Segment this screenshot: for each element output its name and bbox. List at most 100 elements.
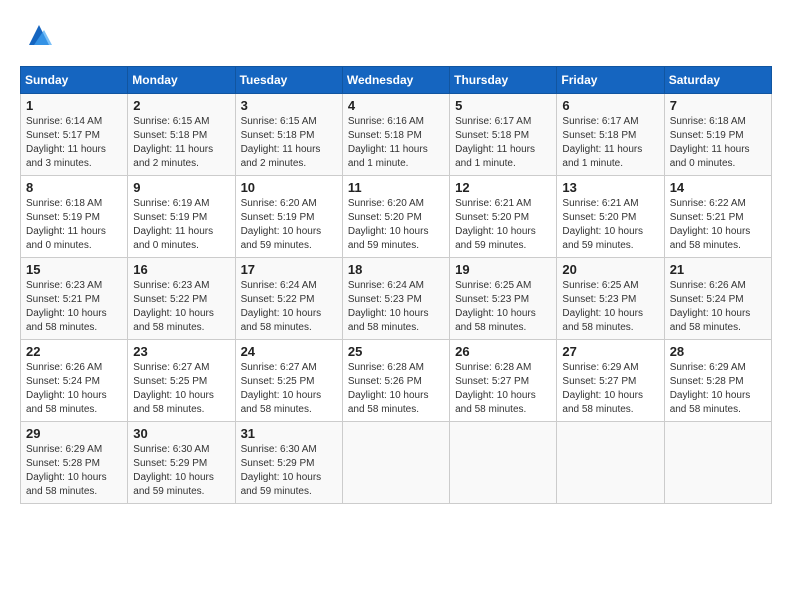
calendar-cell: 18 Sunrise: 6:24 AM Sunset: 5:23 PM Dayl… (342, 258, 449, 340)
col-header-thursday: Thursday (450, 67, 557, 94)
col-header-tuesday: Tuesday (235, 67, 342, 94)
calendar-cell: 27 Sunrise: 6:29 AM Sunset: 5:27 PM Dayl… (557, 340, 664, 422)
calendar-cell: 25 Sunrise: 6:28 AM Sunset: 5:26 PM Dayl… (342, 340, 449, 422)
calendar-cell: 14 Sunrise: 6:22 AM Sunset: 5:21 PM Dayl… (664, 176, 771, 258)
day-number: 26 (455, 344, 551, 359)
day-number: 28 (670, 344, 766, 359)
day-number: 4 (348, 98, 444, 113)
day-info: Sunrise: 6:24 AM Sunset: 5:22 PM Dayligh… (241, 279, 337, 335)
day-info: Sunrise: 6:19 AM Sunset: 5:19 PM Dayligh… (133, 197, 229, 253)
day-number: 15 (26, 262, 122, 277)
day-info: Sunrise: 6:15 AM Sunset: 5:18 PM Dayligh… (133, 115, 229, 171)
calendar-cell: 7 Sunrise: 6:18 AM Sunset: 5:19 PM Dayli… (664, 94, 771, 176)
day-number: 9 (133, 180, 229, 195)
calendar-cell: 31 Sunrise: 6:30 AM Sunset: 5:29 PM Dayl… (235, 422, 342, 504)
calendar-cell: 1 Sunrise: 6:14 AM Sunset: 5:17 PM Dayli… (21, 94, 128, 176)
day-number: 5 (455, 98, 551, 113)
day-info: Sunrise: 6:14 AM Sunset: 5:17 PM Dayligh… (26, 115, 122, 171)
day-info: Sunrise: 6:18 AM Sunset: 5:19 PM Dayligh… (26, 197, 122, 253)
day-info: Sunrise: 6:26 AM Sunset: 5:24 PM Dayligh… (670, 279, 766, 335)
calendar-cell: 12 Sunrise: 6:21 AM Sunset: 5:20 PM Dayl… (450, 176, 557, 258)
calendar-cell: 21 Sunrise: 6:26 AM Sunset: 5:24 PM Dayl… (664, 258, 771, 340)
week-row-3: 15 Sunrise: 6:23 AM Sunset: 5:21 PM Dayl… (21, 258, 772, 340)
day-info: Sunrise: 6:23 AM Sunset: 5:22 PM Dayligh… (133, 279, 229, 335)
page-header (20, 20, 772, 50)
day-number: 27 (562, 344, 658, 359)
day-info: Sunrise: 6:15 AM Sunset: 5:18 PM Dayligh… (241, 115, 337, 171)
calendar-cell: 10 Sunrise: 6:20 AM Sunset: 5:19 PM Dayl… (235, 176, 342, 258)
day-number: 30 (133, 426, 229, 441)
day-number: 29 (26, 426, 122, 441)
day-info: Sunrise: 6:29 AM Sunset: 5:28 PM Dayligh… (26, 443, 122, 499)
day-info: Sunrise: 6:25 AM Sunset: 5:23 PM Dayligh… (455, 279, 551, 335)
calendar-cell: 23 Sunrise: 6:27 AM Sunset: 5:25 PM Dayl… (128, 340, 235, 422)
calendar-cell: 20 Sunrise: 6:25 AM Sunset: 5:23 PM Dayl… (557, 258, 664, 340)
week-row-1: 1 Sunrise: 6:14 AM Sunset: 5:17 PM Dayli… (21, 94, 772, 176)
calendar-cell: 29 Sunrise: 6:29 AM Sunset: 5:28 PM Dayl… (21, 422, 128, 504)
col-header-wednesday: Wednesday (342, 67, 449, 94)
day-number: 21 (670, 262, 766, 277)
day-info: Sunrise: 6:23 AM Sunset: 5:21 PM Dayligh… (26, 279, 122, 335)
day-info: Sunrise: 6:30 AM Sunset: 5:29 PM Dayligh… (241, 443, 337, 499)
day-number: 18 (348, 262, 444, 277)
day-number: 10 (241, 180, 337, 195)
day-number: 13 (562, 180, 658, 195)
day-number: 8 (26, 180, 122, 195)
day-info: Sunrise: 6:20 AM Sunset: 5:20 PM Dayligh… (348, 197, 444, 253)
calendar-cell: 22 Sunrise: 6:26 AM Sunset: 5:24 PM Dayl… (21, 340, 128, 422)
day-info: Sunrise: 6:21 AM Sunset: 5:20 PM Dayligh… (455, 197, 551, 253)
day-number: 2 (133, 98, 229, 113)
calendar-cell: 26 Sunrise: 6:28 AM Sunset: 5:27 PM Dayl… (450, 340, 557, 422)
calendar-cell: 28 Sunrise: 6:29 AM Sunset: 5:28 PM Dayl… (664, 340, 771, 422)
calendar-cell: 9 Sunrise: 6:19 AM Sunset: 5:19 PM Dayli… (128, 176, 235, 258)
day-number: 16 (133, 262, 229, 277)
day-info: Sunrise: 6:18 AM Sunset: 5:19 PM Dayligh… (670, 115, 766, 171)
day-number: 23 (133, 344, 229, 359)
day-number: 12 (455, 180, 551, 195)
day-info: Sunrise: 6:16 AM Sunset: 5:18 PM Dayligh… (348, 115, 444, 171)
col-header-saturday: Saturday (664, 67, 771, 94)
day-info: Sunrise: 6:22 AM Sunset: 5:21 PM Dayligh… (670, 197, 766, 253)
calendar-cell: 16 Sunrise: 6:23 AM Sunset: 5:22 PM Dayl… (128, 258, 235, 340)
day-info: Sunrise: 6:28 AM Sunset: 5:26 PM Dayligh… (348, 361, 444, 417)
day-info: Sunrise: 6:25 AM Sunset: 5:23 PM Dayligh… (562, 279, 658, 335)
calendar-cell (342, 422, 449, 504)
calendar-cell: 30 Sunrise: 6:30 AM Sunset: 5:29 PM Dayl… (128, 422, 235, 504)
col-header-friday: Friday (557, 67, 664, 94)
calendar-cell (664, 422, 771, 504)
day-info: Sunrise: 6:20 AM Sunset: 5:19 PM Dayligh… (241, 197, 337, 253)
calendar-cell: 17 Sunrise: 6:24 AM Sunset: 5:22 PM Dayl… (235, 258, 342, 340)
day-info: Sunrise: 6:17 AM Sunset: 5:18 PM Dayligh… (455, 115, 551, 171)
calendar-table: SundayMondayTuesdayWednesdayThursdayFrid… (20, 66, 772, 504)
calendar-cell: 13 Sunrise: 6:21 AM Sunset: 5:20 PM Dayl… (557, 176, 664, 258)
week-row-5: 29 Sunrise: 6:29 AM Sunset: 5:28 PM Dayl… (21, 422, 772, 504)
day-info: Sunrise: 6:28 AM Sunset: 5:27 PM Dayligh… (455, 361, 551, 417)
day-info: Sunrise: 6:21 AM Sunset: 5:20 PM Dayligh… (562, 197, 658, 253)
calendar-cell: 2 Sunrise: 6:15 AM Sunset: 5:18 PM Dayli… (128, 94, 235, 176)
calendar-header-row: SundayMondayTuesdayWednesdayThursdayFrid… (21, 67, 772, 94)
day-number: 24 (241, 344, 337, 359)
day-number: 14 (670, 180, 766, 195)
week-row-2: 8 Sunrise: 6:18 AM Sunset: 5:19 PM Dayli… (21, 176, 772, 258)
day-number: 19 (455, 262, 551, 277)
day-number: 20 (562, 262, 658, 277)
calendar-cell: 11 Sunrise: 6:20 AM Sunset: 5:20 PM Dayl… (342, 176, 449, 258)
day-number: 22 (26, 344, 122, 359)
day-number: 31 (241, 426, 337, 441)
calendar-cell: 5 Sunrise: 6:17 AM Sunset: 5:18 PM Dayli… (450, 94, 557, 176)
calendar-cell: 4 Sunrise: 6:16 AM Sunset: 5:18 PM Dayli… (342, 94, 449, 176)
logo (20, 20, 54, 50)
col-header-monday: Monday (128, 67, 235, 94)
day-number: 7 (670, 98, 766, 113)
day-info: Sunrise: 6:17 AM Sunset: 5:18 PM Dayligh… (562, 115, 658, 171)
calendar-cell: 6 Sunrise: 6:17 AM Sunset: 5:18 PM Dayli… (557, 94, 664, 176)
day-info: Sunrise: 6:27 AM Sunset: 5:25 PM Dayligh… (241, 361, 337, 417)
day-number: 6 (562, 98, 658, 113)
day-number: 25 (348, 344, 444, 359)
day-number: 3 (241, 98, 337, 113)
calendar-cell: 24 Sunrise: 6:27 AM Sunset: 5:25 PM Dayl… (235, 340, 342, 422)
calendar-cell: 15 Sunrise: 6:23 AM Sunset: 5:21 PM Dayl… (21, 258, 128, 340)
calendar-cell: 3 Sunrise: 6:15 AM Sunset: 5:18 PM Dayli… (235, 94, 342, 176)
calendar-cell: 19 Sunrise: 6:25 AM Sunset: 5:23 PM Dayl… (450, 258, 557, 340)
day-number: 1 (26, 98, 122, 113)
